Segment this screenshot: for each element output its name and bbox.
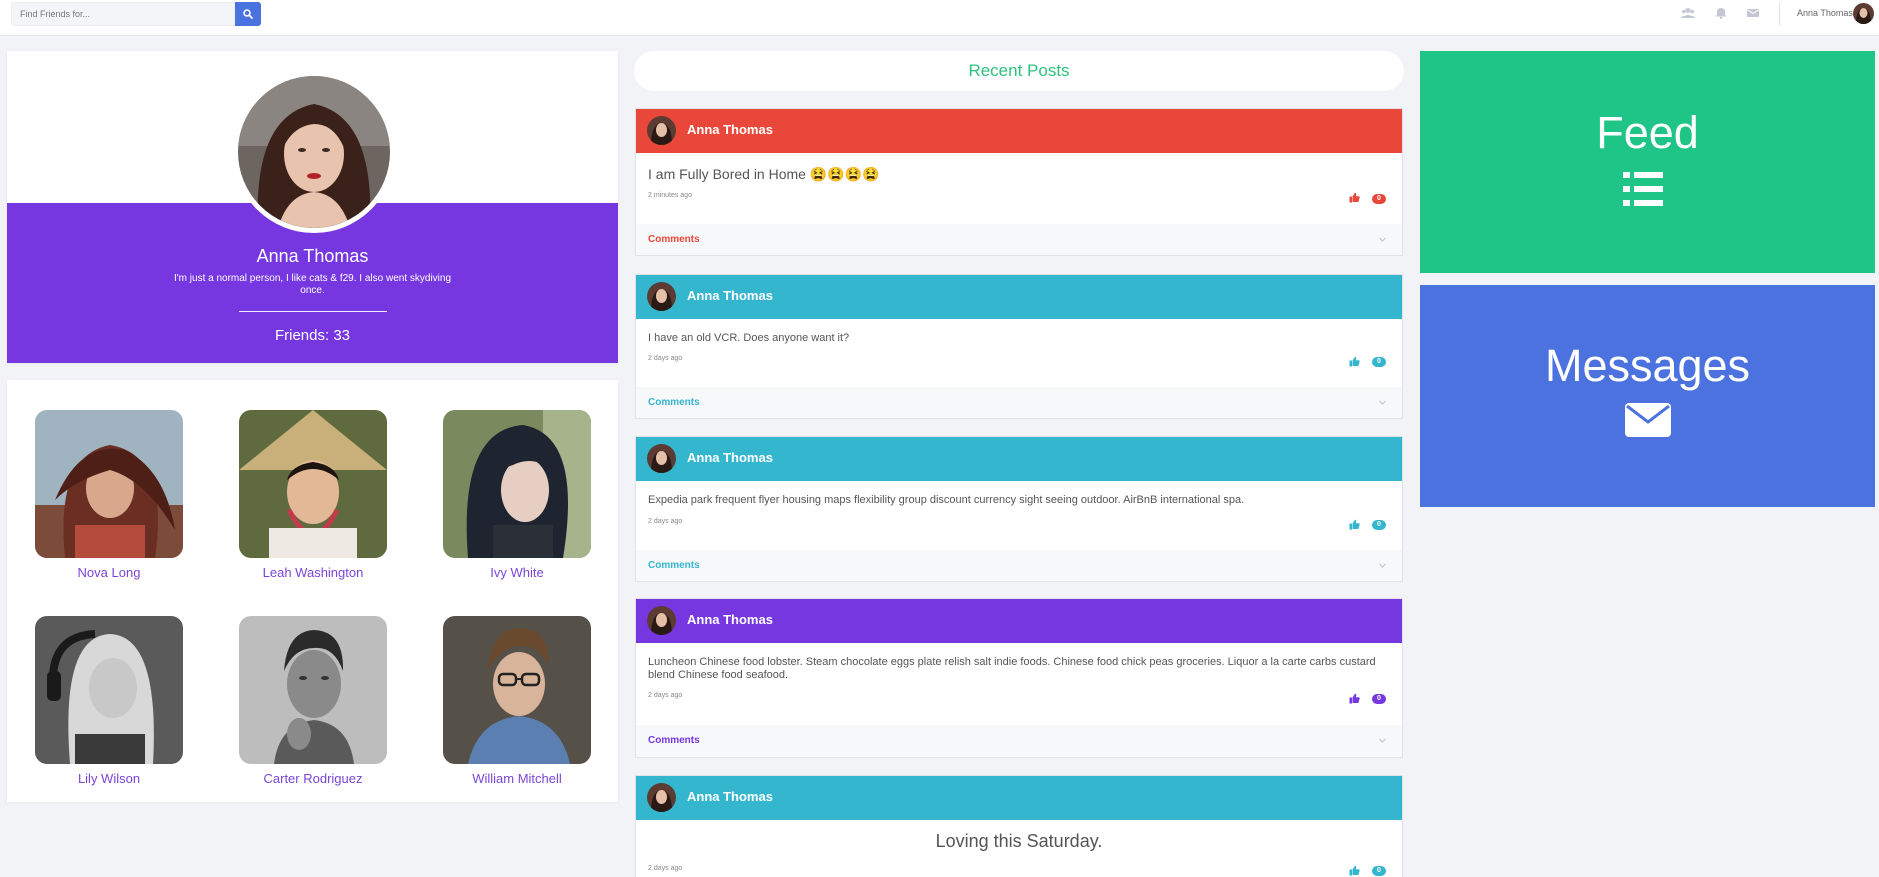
bell-icon[interactable] — [1714, 7, 1728, 19]
profile-bio: I'm just a normal person, I like cats & … — [173, 273, 452, 296]
users-icon[interactable] — [1681, 7, 1695, 19]
profile-card: Anna Thomas I'm just a normal person, I … — [7, 51, 618, 363]
post-footer[interactable]: Comments — [636, 550, 1402, 581]
friend-card[interactable]: Nova Long — [35, 410, 183, 580]
post-text: I have an old VCR. Does anyone want it? — [648, 332, 850, 344]
friend-card[interactable]: Ivy White — [443, 410, 591, 580]
post-author-avatar[interactable] — [647, 282, 676, 311]
post-card: Anna Thomas Luncheon Chinese food lobste… — [635, 598, 1403, 758]
post-card: Anna Thomas I am Fully Bored in Home 😫😫😫… — [635, 108, 1403, 256]
post-timestamp: 2 days ago — [648, 865, 683, 872]
post-author-name[interactable]: Anna Thomas — [687, 612, 773, 627]
post-text: Loving this Saturday. — [935, 831, 1103, 851]
post-timestamp: 2 days ago — [648, 355, 683, 362]
post-author-name[interactable]: Anna Thomas — [687, 288, 773, 303]
like-count: 0 — [1372, 694, 1386, 704]
comments-toggle[interactable]: Comments — [648, 735, 700, 746]
like-count: 0 — [1372, 520, 1386, 530]
post-footer[interactable]: Comments — [636, 224, 1402, 255]
post-header: Anna Thomas — [636, 599, 1402, 643]
friend-card[interactable]: Leah Washington — [239, 410, 387, 580]
friends-grid: Nova Long Leah Washington Ivy White Lily… — [7, 380, 618, 802]
thumbs-up-icon[interactable] — [1349, 865, 1360, 876]
divider — [1779, 2, 1780, 26]
friend-photo[interactable] — [239, 616, 387, 764]
friend-name[interactable]: Lily Wilson — [35, 771, 183, 786]
search-button[interactable] — [235, 2, 261, 26]
friend-name[interactable]: Carter Rodriguez — [239, 771, 387, 786]
feed-tile[interactable]: Feed — [1420, 51, 1875, 273]
like-count: 0 — [1372, 194, 1386, 204]
post-header: Anna Thomas — [636, 275, 1402, 319]
profile-avatar[interactable] — [233, 71, 395, 233]
like-count: 0 — [1372, 866, 1386, 876]
friend-photo[interactable] — [35, 410, 183, 558]
list-icon — [1623, 172, 1663, 206]
friend-card[interactable]: Carter Rodriguez — [239, 616, 387, 786]
current-user-name[interactable]: Anna Thomas — [1797, 8, 1853, 18]
top-navbar: Anna Thomas — [0, 0, 1879, 36]
chevron-down-icon[interactable] — [1378, 736, 1387, 745]
like-count: 0 — [1372, 357, 1386, 367]
friend-photo[interactable] — [443, 616, 591, 764]
post-card: Anna Thomas Expedia park frequent flyer … — [635, 436, 1403, 582]
post-author-avatar[interactable] — [647, 783, 676, 812]
post-header: Anna Thomas — [636, 776, 1402, 820]
profile-name: Anna Thomas — [256, 246, 369, 266]
post-timestamp: 2 days ago — [648, 692, 683, 699]
messages-title: Messages — [1544, 340, 1751, 391]
search-icon — [243, 9, 253, 19]
messages-tile[interactable]: Messages — [1420, 285, 1875, 507]
post-header: Anna Thomas — [636, 109, 1402, 153]
comments-toggle[interactable]: Comments — [648, 234, 700, 245]
post-author-name[interactable]: Anna Thomas — [687, 789, 773, 804]
post-author-name[interactable]: Anna Thomas — [687, 122, 773, 137]
chevron-down-icon[interactable] — [1378, 398, 1387, 407]
friend-photo[interactable] — [443, 410, 591, 558]
friend-name[interactable]: Ivy White — [443, 565, 591, 580]
post-card: Anna Thomas I have an old VCR. Does anyo… — [635, 274, 1403, 419]
post-author-name[interactable]: Anna Thomas — [687, 450, 773, 465]
post-author-avatar[interactable] — [647, 116, 676, 145]
search-input[interactable] — [11, 2, 235, 26]
feed-title: Feed — [1596, 107, 1699, 158]
friend-name[interactable]: Leah Washington — [239, 565, 387, 580]
post-timestamp: 2 days ago — [648, 518, 683, 525]
thumbs-up-icon[interactable] — [1349, 519, 1360, 530]
thumbs-up-icon[interactable] — [1349, 693, 1360, 704]
post-text: Expedia park frequent flyer housing maps… — [648, 494, 1245, 506]
friend-name[interactable]: Nova Long — [35, 565, 183, 580]
post-author-avatar[interactable] — [647, 444, 676, 473]
comments-toggle[interactable]: Comments — [648, 397, 700, 408]
thumbs-up-icon[interactable] — [1349, 192, 1360, 203]
friend-photo[interactable] — [239, 410, 387, 558]
post-text: I am Fully Bored in Home 😫😫😫😫 — [648, 166, 880, 182]
post-card: Anna Thomas Loving this Saturday. 2 days… — [635, 775, 1403, 877]
post-footer[interactable]: Comments — [636, 725, 1402, 757]
post-author-avatar[interactable] — [647, 606, 676, 635]
recent-posts-heading: Recent Posts — [634, 51, 1404, 91]
post-text: Luncheon Chinese food lobster. Steam cho… — [648, 656, 1376, 681]
chevron-down-icon[interactable] — [1378, 235, 1387, 244]
friends-count: Friends: 33 — [274, 327, 351, 344]
envelope-icon[interactable] — [1746, 7, 1760, 19]
profile-divider — [239, 311, 387, 312]
post-timestamp: 2 minutes ago — [648, 192, 692, 199]
comments-toggle[interactable]: Comments — [648, 560, 700, 571]
user-avatar[interactable] — [1853, 3, 1874, 24]
friend-card[interactable]: Lily Wilson — [35, 616, 183, 786]
friend-photo[interactable] — [35, 616, 183, 764]
friend-name[interactable]: William Mitchell — [443, 771, 591, 786]
chevron-down-icon[interactable] — [1378, 561, 1387, 570]
friend-card[interactable]: William Mitchell — [443, 616, 591, 786]
post-footer[interactable]: Comments — [636, 387, 1402, 418]
post-header: Anna Thomas — [636, 437, 1402, 481]
envelope-icon — [1625, 403, 1671, 437]
thumbs-up-icon[interactable] — [1349, 356, 1360, 367]
